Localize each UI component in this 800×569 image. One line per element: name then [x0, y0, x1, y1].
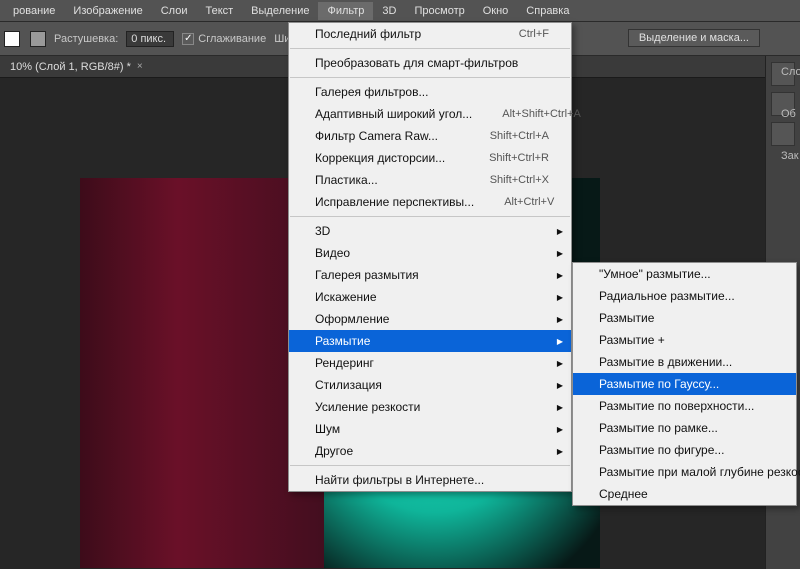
submenu-stylize[interactable]: Стилизация	[289, 374, 571, 396]
menuitem-box-blur[interactable]: Размытие по рамке...	[573, 417, 796, 439]
submenu-render[interactable]: Рендеринг	[289, 352, 571, 374]
submenu-noise[interactable]: Шум	[289, 418, 571, 440]
menuitem-adaptive-wide-angle[interactable]: Адаптивный широкий угол... Alt+Shift+Ctr…	[289, 103, 571, 125]
menuitem-last-filter[interactable]: Последний фильтр Ctrl+F	[289, 23, 571, 45]
document-tab-title: 10% (Слой 1, RGB/8#) *	[10, 61, 131, 73]
menuitem-blur[interactable]: Размытие	[573, 307, 796, 329]
document-tab[interactable]: 10% (Слой 1, RGB/8#) * ×	[0, 58, 153, 76]
menuitem-radial-blur[interactable]: Радиальное размытие...	[573, 285, 796, 307]
menuitem-surface-blur[interactable]: Размытие по поверхности...	[573, 395, 796, 417]
selection-mode-icon-2[interactable]	[30, 31, 46, 47]
selection-mode-icon[interactable]	[4, 31, 20, 47]
menuitem-motion-blur[interactable]: Размытие в движении...	[573, 351, 796, 373]
menuitem-find-filters-online[interactable]: Найти фильтры в Интернете...	[289, 469, 571, 491]
submenu-other[interactable]: Другое	[289, 440, 571, 462]
panel-tab-layers[interactable]: Сло	[778, 60, 800, 84]
menu-image[interactable]: Изображение	[64, 2, 151, 20]
blur-submenu: "Умное" размытие... Радиальное размытие.…	[572, 262, 797, 506]
menuitem-gaussian-blur[interactable]: Размытие по Гауссу...	[573, 373, 796, 395]
menuitem-vanishing-point[interactable]: Исправление перспективы... Alt+Ctrl+V	[289, 191, 571, 213]
menu-filter[interactable]: Фильтр	[318, 2, 373, 20]
menuitem-convert-smart-filters[interactable]: Преобразовать для смарт-фильтров	[289, 52, 571, 74]
feather-input[interactable]: 0 пикс.	[126, 31, 174, 47]
main-menubar[interactable]: рование Изображение Слои Текст Выделение…	[0, 0, 800, 22]
menuitem-camera-raw[interactable]: Фильтр Camera Raw... Shift+Ctrl+A	[289, 125, 571, 147]
submenu-blur[interactable]: Размытие	[289, 330, 571, 352]
menu-window[interactable]: Окно	[474, 2, 518, 20]
menu-text[interactable]: Текст	[196, 2, 242, 20]
menuitem-average[interactable]: Среднее	[573, 483, 796, 505]
submenu-3d[interactable]: 3D	[289, 220, 571, 242]
filter-dropdown-menu: Последний фильтр Ctrl+F Преобразовать дл…	[288, 22, 572, 492]
panel-tab-bookmarks[interactable]: Зак	[778, 144, 800, 168]
menuitem-filter-gallery[interactable]: Галерея фильтров...	[289, 81, 571, 103]
menuitem-blur-more[interactable]: Размытие +	[573, 329, 796, 351]
menu-3d[interactable]: 3D	[373, 2, 405, 20]
antialias-checkbox[interactable]: Сглаживание	[182, 33, 266, 45]
menuitem-smart-blur[interactable]: "Умное" размытие...	[573, 263, 796, 285]
submenu-blur-gallery[interactable]: Галерея размытия	[289, 264, 571, 286]
checkbox-icon	[182, 33, 194, 45]
feather-label: Растушевка:	[54, 33, 118, 45]
menu-layers[interactable]: Слои	[152, 2, 197, 20]
menu-help[interactable]: Справка	[517, 2, 578, 20]
submenu-stylize-group[interactable]: Оформление	[289, 308, 571, 330]
panel-tab-labels: Сло Об Зак	[778, 60, 800, 168]
menu-view[interactable]: Просмотр	[405, 2, 473, 20]
close-tab-icon[interactable]: ×	[137, 61, 143, 72]
menuitem-shape-blur[interactable]: Размытие по фигуре...	[573, 439, 796, 461]
menuitem-lens-blur[interactable]: Размытие при малой глубине резкости...	[573, 461, 796, 483]
menuitem-lens-correction[interactable]: Коррекция дисторсии... Shift+Ctrl+R	[289, 147, 571, 169]
menuitem-liquify[interactable]: Пластика... Shift+Ctrl+X	[289, 169, 571, 191]
menu-select[interactable]: Выделение	[242, 2, 318, 20]
select-and-mask-button[interactable]: Выделение и маска...	[628, 29, 760, 47]
submenu-video[interactable]: Видео	[289, 242, 571, 264]
antialias-label: Сглаживание	[198, 33, 266, 45]
panel-tab-properties[interactable]: Об	[778, 102, 800, 126]
submenu-distort[interactable]: Искажение	[289, 286, 571, 308]
menu-edit[interactable]: рование	[4, 2, 64, 20]
submenu-sharpen[interactable]: Усиление резкости	[289, 396, 571, 418]
